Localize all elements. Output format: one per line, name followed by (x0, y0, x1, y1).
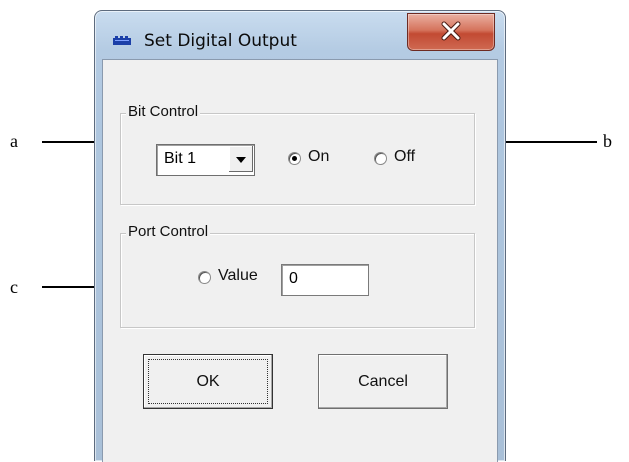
bit-select-value: Bit 1 (164, 150, 197, 167)
cancel-button-label: Cancel (358, 373, 408, 390)
value-input[interactable]: 0 (281, 264, 369, 296)
bit-control-label: Bit Control (126, 103, 201, 120)
app-icon (113, 36, 131, 45)
bit-control-group: Bit Control Bit 1 On Off (120, 103, 475, 205)
bit-select-dropdown-button[interactable] (228, 146, 253, 172)
window-title: Set Digital Output (144, 31, 297, 51)
bit-select[interactable]: Bit 1 (156, 144, 255, 176)
close-icon (441, 21, 461, 41)
radio-value-label[interactable]: Value (218, 267, 258, 285)
cancel-button[interactable]: Cancel (318, 354, 448, 409)
ok-button[interactable]: OK (143, 354, 273, 409)
port-control-group: Port Control Value 0 (120, 223, 475, 328)
dialog-client-area: Bit Control Bit 1 On Off Port Control Va… (102, 59, 498, 462)
dialog-window: Set Digital Output Bit Control Bit 1 On … (94, 10, 506, 462)
title-bar[interactable]: Set Digital Output (95, 11, 505, 59)
chevron-down-icon (236, 157, 246, 163)
annotation-label-b: b (603, 131, 612, 151)
radio-off-label[interactable]: Off (394, 148, 415, 166)
value-input-text: 0 (289, 270, 298, 287)
radio-off[interactable]: Off (374, 148, 434, 170)
close-button[interactable] (407, 13, 495, 51)
port-control-label: Port Control (126, 223, 211, 240)
radio-on[interactable]: On (288, 148, 348, 170)
radio-value-circle[interactable] (198, 271, 211, 284)
radio-off-circle[interactable] (374, 152, 387, 165)
radio-on-label[interactable]: On (308, 148, 329, 166)
ok-button-focus-rect (148, 359, 268, 404)
radio-value[interactable]: Value (198, 267, 278, 289)
annotation-label-c: c (10, 277, 18, 297)
annotation-label-a: a (10, 131, 18, 151)
radio-on-circle[interactable] (288, 152, 301, 165)
